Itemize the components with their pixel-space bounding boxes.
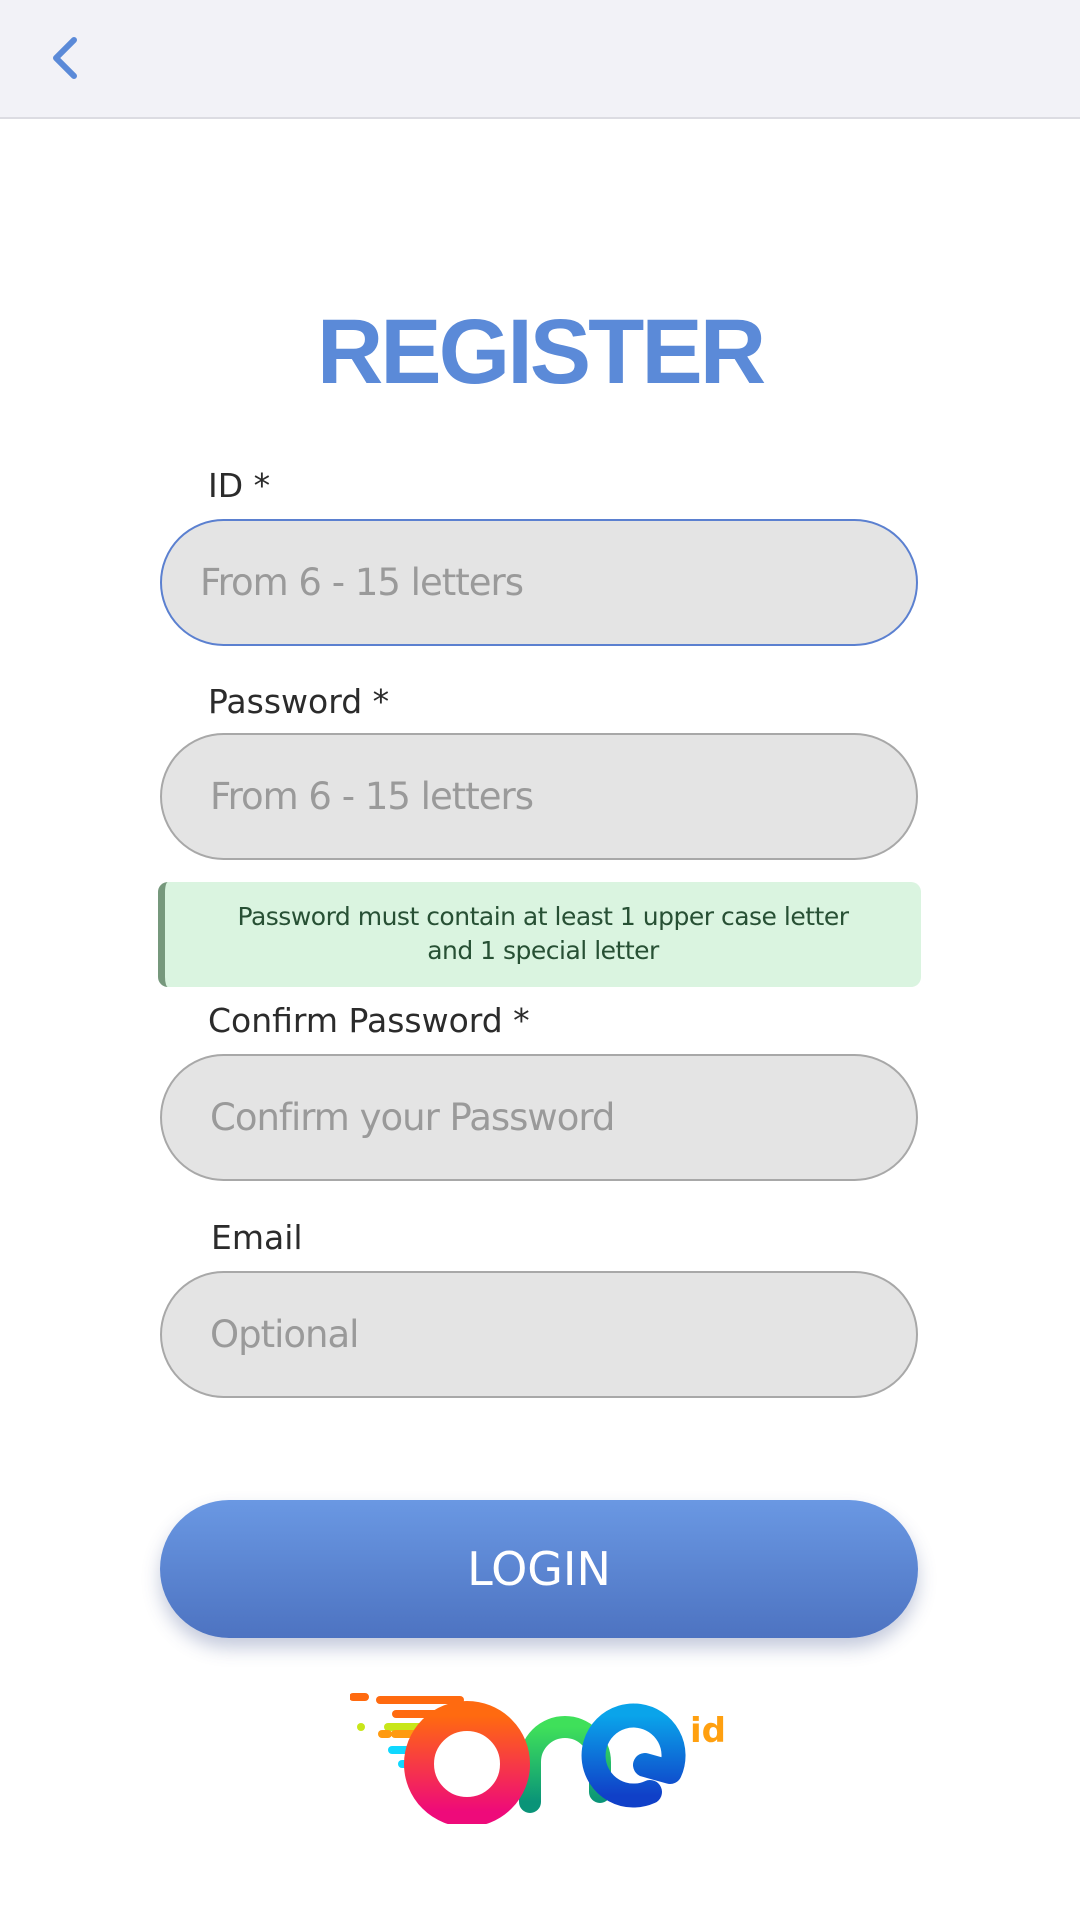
- password-hint-line1: Password must contain at least 1 upper c…: [237, 902, 849, 931]
- email-input[interactable]: [160, 1271, 918, 1398]
- id-input[interactable]: [160, 519, 918, 646]
- page-title: REGISTER: [316, 301, 766, 403]
- chevron-left-icon: [53, 37, 77, 79]
- email-label: Email: [211, 1218, 303, 1257]
- confirm-password-label: Confirm Password *: [208, 1001, 530, 1040]
- password-label: Password *: [208, 682, 390, 721]
- svg-text:id: id: [690, 1711, 726, 1751]
- id-label: ID *: [208, 466, 271, 505]
- one-id-logo: id: [350, 1693, 726, 1824]
- password-hint-line2: and 1 special letter: [427, 936, 659, 965]
- password-hint: Password must contain at least 1 upper c…: [158, 882, 921, 987]
- login-button[interactable]: LOGIN: [160, 1500, 918, 1638]
- back-button[interactable]: [44, 34, 88, 82]
- password-input[interactable]: [160, 733, 918, 860]
- confirm-password-input[interactable]: [160, 1054, 918, 1181]
- top-nav-bar: [0, 0, 1080, 119]
